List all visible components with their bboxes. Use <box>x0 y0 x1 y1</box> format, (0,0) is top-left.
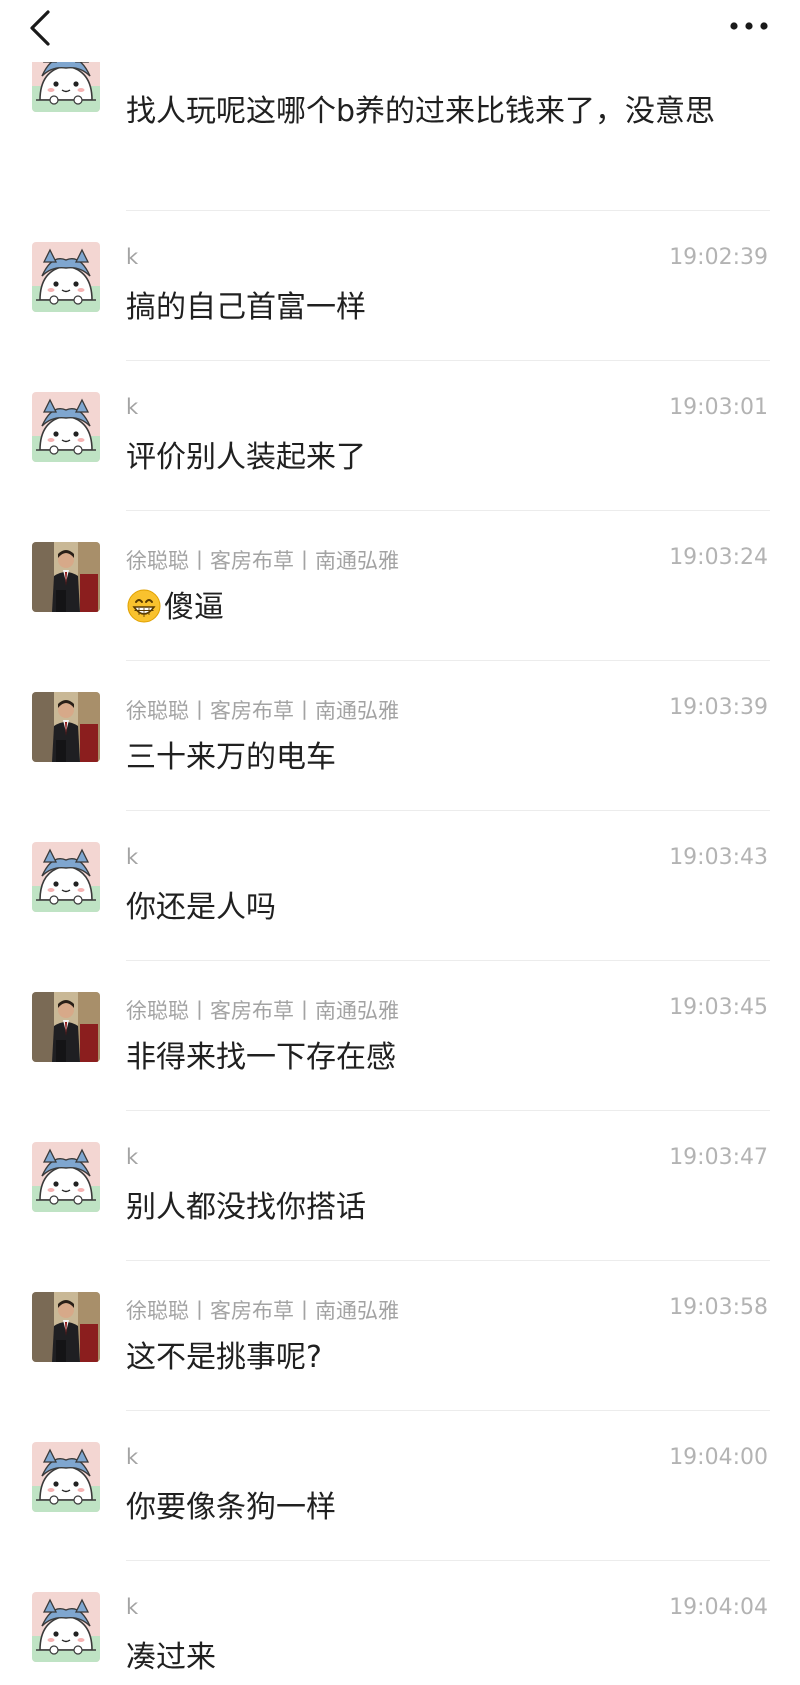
avatar[interactable] <box>32 1142 100 1212</box>
avatar[interactable] <box>32 242 100 312</box>
chevron-left-icon <box>30 10 50 46</box>
separator <box>126 660 770 661</box>
message-time: 19:03:43 <box>669 845 768 870</box>
sender-name: k <box>126 395 139 419</box>
separator <box>126 1110 770 1111</box>
cat-avatar-icon <box>32 1142 100 1212</box>
message-text: 非得来找一下存在感 <box>126 1040 396 1075</box>
separator <box>126 510 770 511</box>
sender-name: k <box>126 845 139 869</box>
avatar[interactable] <box>32 842 100 912</box>
cat-avatar-icon <box>32 392 100 462</box>
separator <box>126 1410 770 1411</box>
message-text: 别人都没找你搭话 <box>126 1190 366 1225</box>
avatar[interactable] <box>32 392 100 462</box>
message-text: 评价别人装起来了 <box>126 440 366 475</box>
sender-name: 徐聪聪丨客房布草丨南通弘雅 <box>126 549 399 573</box>
message-time: 19:03:39 <box>669 695 768 720</box>
cat-avatar-icon <box>32 1442 100 1512</box>
user-photo-avatar-icon <box>32 692 100 762</box>
message-text: 你还是人吗 <box>126 890 276 925</box>
separator <box>126 1560 770 1561</box>
message-time: 19:03:58 <box>669 1295 768 1320</box>
user-photo-avatar-icon <box>32 1292 100 1362</box>
avatar[interactable] <box>32 992 100 1062</box>
message-time: 19:03:45 <box>669 995 768 1020</box>
avatar[interactable] <box>32 1292 100 1362</box>
cat-avatar-icon <box>32 842 100 912</box>
message-text-content: 傻逼 <box>164 590 224 625</box>
message-time: 19:03:24 <box>669 545 768 570</box>
grinning-emoji-icon <box>126 588 162 640</box>
cat-avatar-icon <box>32 1592 100 1662</box>
more-button[interactable] <box>722 8 778 44</box>
sender-name: k <box>126 1145 139 1169</box>
sender-name: k <box>126 1595 139 1619</box>
message-text: 找人玩呢这哪个b养的过来比钱来了，没意思 <box>126 94 716 129</box>
message-time: 19:03:01 <box>669 395 768 420</box>
message-time: 19:02:39 <box>669 245 768 270</box>
top-bar <box>0 0 800 62</box>
user-photo-avatar-icon <box>32 542 100 612</box>
sender-name: 徐聪聪丨客房布草丨南通弘雅 <box>126 999 399 1023</box>
message-time: 19:04:04 <box>669 1595 768 1620</box>
cat-avatar-icon <box>32 242 100 312</box>
avatar[interactable] <box>32 692 100 762</box>
separator <box>126 810 770 811</box>
separator <box>126 1260 770 1261</box>
sender-name: 徐聪聪丨客房布草丨南通弘雅 <box>126 699 399 723</box>
sender-name: k <box>126 1445 139 1469</box>
message-text: 三十来万的电车 <box>126 740 336 775</box>
separator <box>126 210 770 211</box>
message-list[interactable]: 找人玩呢这哪个b养的过来比钱来了，没意思 k 19:02:39 搞的自己首富一样… <box>0 0 800 1685</box>
more-dots-icon <box>730 22 768 30</box>
back-button[interactable] <box>22 6 62 50</box>
avatar[interactable] <box>32 1592 100 1662</box>
separator <box>126 960 770 961</box>
message-time: 19:04:00 <box>669 1445 768 1470</box>
message-text: 你要像条狗一样 <box>126 1490 336 1525</box>
avatar[interactable] <box>32 1442 100 1512</box>
sender-name: 徐聪聪丨客房布草丨南通弘雅 <box>126 1299 399 1323</box>
avatar[interactable] <box>32 542 100 612</box>
user-photo-avatar-icon <box>32 992 100 1062</box>
sender-name: k <box>126 245 139 269</box>
message-text: 凑过来 <box>126 1640 216 1675</box>
message-text: 傻逼 <box>126 583 776 640</box>
separator <box>126 360 770 361</box>
message-text: 搞的自己首富一样 <box>126 290 366 325</box>
message-text: 这不是挑事呢? <box>126 1340 322 1375</box>
message-time: 19:03:47 <box>669 1145 768 1170</box>
